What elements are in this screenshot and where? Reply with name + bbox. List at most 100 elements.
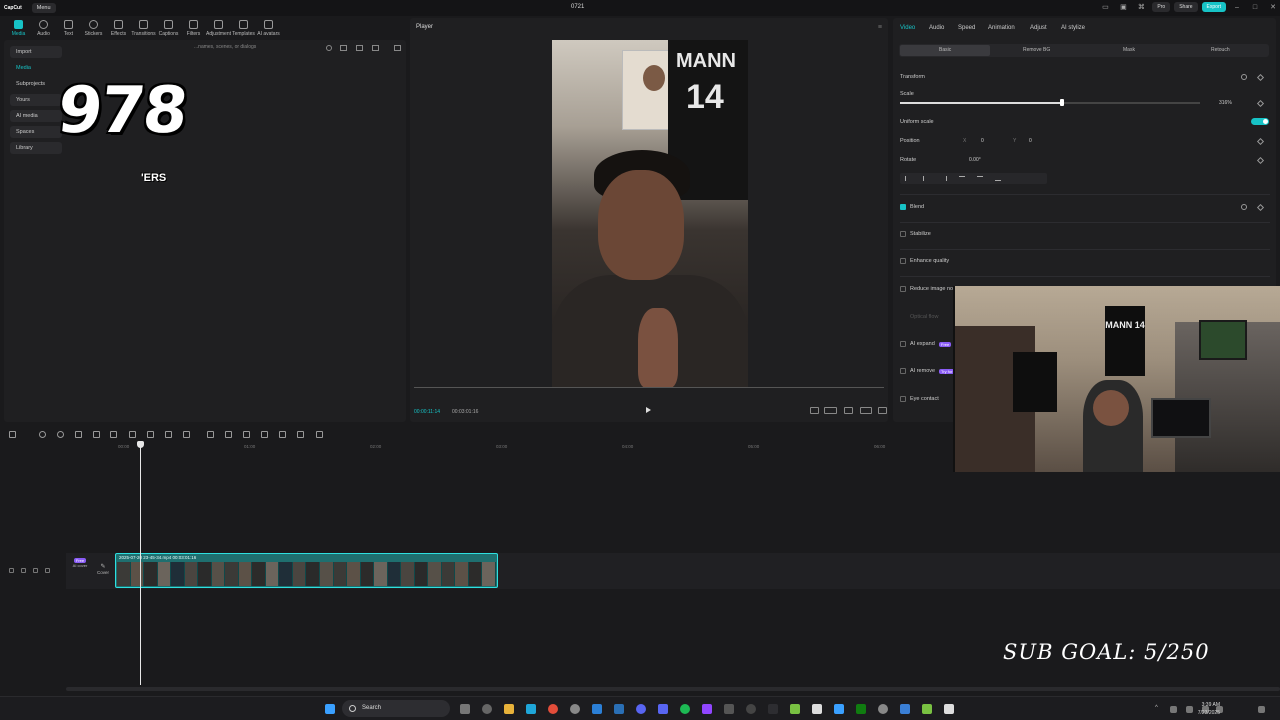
align-top-icon[interactable] <box>959 176 965 181</box>
export-button[interactable]: Export <box>1201 2 1226 12</box>
eye-contact-label[interactable]: Eye contact <box>910 396 939 402</box>
edge-icon[interactable] <box>526 704 536 714</box>
reduce-noise-label[interactable]: Reduce image no <box>910 286 953 292</box>
blend-reset-icon[interactable] <box>1241 204 1247 210</box>
chrome-icon[interactable] <box>548 704 558 714</box>
media-search-input[interactable]: ...names, scenes, or dialogs <box>194 44 256 50</box>
filter-icon[interactable] <box>394 45 401 51</box>
reduce-noise-checkbox[interactable] <box>900 286 906 292</box>
quality-icon[interactable] <box>824 407 837 414</box>
share-button[interactable]: Share <box>1174 2 1198 12</box>
app-icon[interactable] <box>702 704 712 714</box>
obs-icon[interactable] <box>746 704 756 714</box>
scale-slider-knob[interactable] <box>1060 99 1064 106</box>
clock-app-icon[interactable] <box>482 704 492 714</box>
tool-effects[interactable]: Effects <box>106 16 131 40</box>
safe-area-icon[interactable] <box>810 407 819 414</box>
app-icon[interactable] <box>790 704 800 714</box>
delete-icon[interactable] <box>129 431 136 438</box>
tray-icon[interactable] <box>1170 706 1177 713</box>
position-x-input[interactable]: 0 <box>981 138 984 144</box>
align-center-icon[interactable] <box>923 176 929 181</box>
align-right-icon[interactable] <box>941 176 947 181</box>
sidebar-item-ai-media[interactable]: AI media <box>10 110 62 122</box>
pro-button[interactable]: Pro <box>1152 2 1171 12</box>
eye-contact-checkbox[interactable] <box>900 396 906 402</box>
folder-icon[interactable] <box>340 45 347 51</box>
player-menu-icon[interactable]: ≡ <box>878 24 882 31</box>
taskbar-search[interactable]: Search <box>342 700 450 717</box>
ai-expand-checkbox[interactable] <box>900 341 906 347</box>
tab-adjust[interactable]: Adjust <box>1030 25 1047 31</box>
reset-icon[interactable] <box>1241 74 1247 80</box>
keyframe-icon[interactable] <box>1256 73 1265 82</box>
menu-button[interactable]: Menu <box>31 3 56 13</box>
playhead-handle[interactable] <box>137 441 144 448</box>
discord-icon[interactable] <box>636 704 646 714</box>
app-icon[interactable] <box>724 704 734 714</box>
speed-icon[interactable] <box>183 431 190 438</box>
split-icon[interactable] <box>75 431 82 438</box>
windows-start-icon[interactable] <box>325 704 335 714</box>
play-icon[interactable] <box>646 407 651 413</box>
ai-remove-label[interactable]: AI remove <box>910 368 935 374</box>
tool-text[interactable]: Text <box>56 16 81 40</box>
tab-ai-stylize[interactable]: AI stylize <box>1061 25 1085 31</box>
cover-button[interactable]: ✎ Cover <box>94 563 112 581</box>
app-icon[interactable] <box>768 704 778 714</box>
ai-cover-button[interactable]: Free AI cover <box>70 558 90 580</box>
playhead[interactable] <box>140 442 141 685</box>
align-middle-icon[interactable] <box>977 176 983 181</box>
capcut-icon[interactable] <box>812 704 822 714</box>
rotate-keyframe-icon[interactable] <box>1256 156 1265 165</box>
refresh-icon[interactable] <box>326 45 332 51</box>
ai-tools-icon[interactable] <box>316 431 323 438</box>
fit-icon[interactable] <box>279 431 286 438</box>
fit-icon[interactable] <box>844 407 853 414</box>
sidebar-item-yours[interactable]: Yours <box>10 94 62 106</box>
crop-icon[interactable] <box>165 431 172 438</box>
tab-animation[interactable]: Animation <box>988 25 1015 31</box>
tab-video[interactable]: Video <box>900 25 915 31</box>
sort-icon[interactable] <box>372 45 379 51</box>
timeline-ruler[interactable]: 00:00 01:00 02:00 03:00 04:00 05:00 06:0… <box>66 440 1280 450</box>
track-audio-icon[interactable] <box>45 568 50 573</box>
tool-stickers[interactable]: Stickers <box>81 16 106 40</box>
panel-icon[interactable]: ▣ <box>1116 3 1130 11</box>
transform-heading[interactable]: Transform <box>900 74 925 80</box>
tab-speed[interactable]: Speed <box>958 25 975 31</box>
steam-icon[interactable] <box>614 704 624 714</box>
player-progress[interactable] <box>414 387 884 388</box>
maximize-icon[interactable]: □ <box>1248 4 1262 11</box>
timeline-scrollbar[interactable] <box>66 687 1280 691</box>
close-icon[interactable]: ✕ <box>1266 3 1280 11</box>
tool-media[interactable]: Media <box>6 16 31 40</box>
layout-icon[interactable]: ▭ <box>1098 3 1112 11</box>
position-keyframe-icon[interactable] <box>1256 137 1265 146</box>
tool-filters[interactable]: Filters <box>181 16 206 40</box>
rotate-icon[interactable] <box>261 431 268 438</box>
shortcut-icon[interactable]: ⌘ <box>1134 3 1148 11</box>
subtab-mask[interactable]: Mask <box>1123 47 1135 53</box>
track-hide-icon[interactable] <box>21 568 26 573</box>
tool-adjustment[interactable]: Adjustment <box>206 16 231 40</box>
ratio-icon[interactable] <box>860 407 872 414</box>
sidebar-item-import[interactable]: Import <box>10 46 62 58</box>
blend-label[interactable]: Blend <box>910 204 924 210</box>
shield-icon[interactable] <box>147 431 154 438</box>
tool-transitions[interactable]: Transitions <box>131 16 156 40</box>
subtab-retouch[interactable]: Retouch <box>1211 47 1230 53</box>
tool-ai-avatars[interactable]: AI avatars <box>256 16 281 40</box>
app-icon[interactable] <box>900 704 910 714</box>
track-lock-icon[interactable] <box>9 568 14 573</box>
enhance-checkbox[interactable] <box>900 258 906 264</box>
scale-keyframe-icon[interactable] <box>1256 99 1265 108</box>
redo-icon[interactable] <box>57 431 64 438</box>
freeze-icon[interactable] <box>207 431 214 438</box>
xbox-icon[interactable] <box>856 704 866 714</box>
fullscreen-icon[interactable] <box>878 407 887 414</box>
grid-view-icon[interactable] <box>356 45 363 51</box>
discord-active-icon[interactable] <box>658 704 668 714</box>
sidebar-item-subprojects[interactable]: Subprojects <box>10 78 62 90</box>
ai-expand-label[interactable]: AI expand <box>910 341 935 347</box>
